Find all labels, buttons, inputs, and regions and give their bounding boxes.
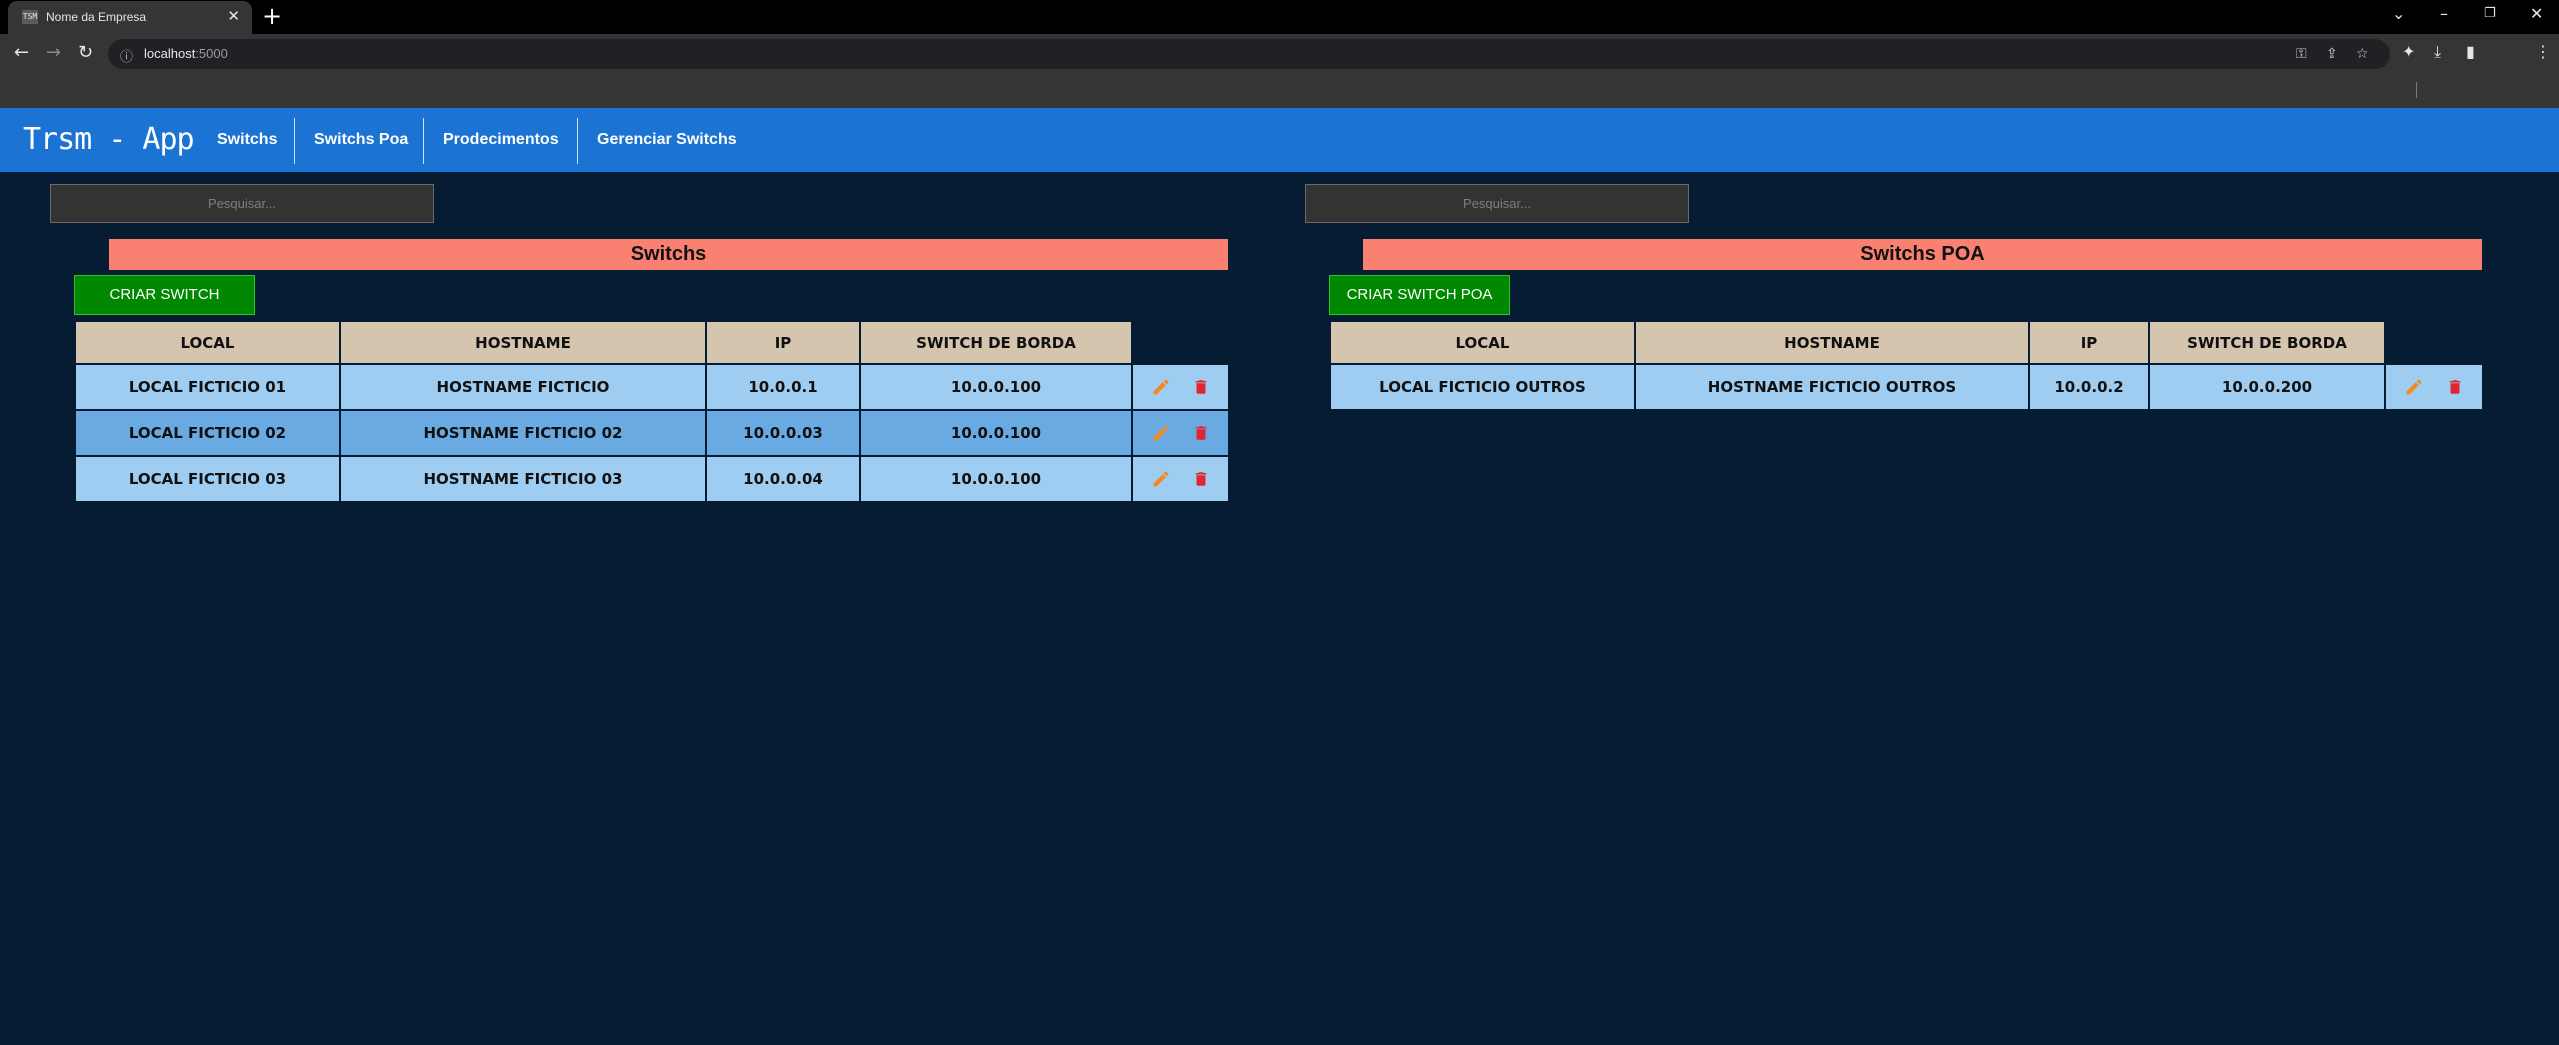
nav-link-switchs[interactable]: Switchs bbox=[217, 108, 277, 172]
cell-actions bbox=[2384, 363, 2484, 411]
switchs-poa-table: LOCAL HOSTNAME IP SWITCH DE BORDA LOCAL … bbox=[1329, 320, 2484, 411]
column-header-actions bbox=[1131, 320, 1230, 365]
brand-logo[interactable]: Trsm - App bbox=[23, 122, 195, 157]
cell-local: LOCAL FICTICIO 03 bbox=[74, 455, 341, 503]
cell-local: LOCAL FICTICIO OUTROS bbox=[1329, 363, 1636, 411]
table-row: LOCAL FICTICIO OUTROS HOSTNAME FICTICIO … bbox=[1329, 363, 2484, 411]
trash-icon[interactable] bbox=[1192, 377, 1210, 397]
column-header-actions bbox=[2384, 320, 2484, 365]
cell-hostname: HOSTNAME FICTICIO OUTROS bbox=[1634, 363, 2030, 411]
cell-hostname: HOSTNAME FICTICIO 03 bbox=[339, 455, 707, 503]
column-header-local: LOCAL bbox=[74, 320, 341, 365]
create-switch-button[interactable]: CRIAR SWITCH bbox=[74, 275, 255, 315]
column-header-switch-de-borda: SWITCH DE BORDA bbox=[859, 320, 1133, 365]
trash-icon[interactable] bbox=[1192, 469, 1210, 489]
cell-ip: 10.0.0.2 bbox=[2028, 363, 2150, 411]
new-tab-icon[interactable]: + bbox=[262, 3, 282, 29]
back-icon[interactable]: ← bbox=[14, 42, 29, 63]
menu-icon[interactable]: ⋮ bbox=[2535, 42, 2551, 61]
cell-ip: 10.0.0.04 bbox=[705, 455, 861, 503]
cell-hostname: HOSTNAME FICTICIO bbox=[339, 363, 707, 411]
column-header-hostname: HOSTNAME bbox=[339, 320, 707, 365]
table-header-row: LOCAL HOSTNAME IP SWITCH DE BORDA bbox=[74, 320, 1230, 365]
table-header-row: LOCAL HOSTNAME IP SWITCH DE BORDA bbox=[1329, 320, 2484, 365]
cell-switch-de-borda: 10.0.0.200 bbox=[2148, 363, 2386, 411]
table-row: LOCAL FICTICIO 01 HOSTNAME FICTICIO 10.0… bbox=[74, 363, 1230, 411]
address-bar[interactable]: ⓘ localhost:5000 ⚿ ⇪ ☆ bbox=[108, 39, 2390, 69]
create-switch-poa-button[interactable]: CRIAR SWITCH POA bbox=[1329, 275, 1510, 315]
app-navbar: Trsm - App Switchs Switchs Poa Prodecime… bbox=[0, 108, 2559, 172]
column-header-ip: IP bbox=[705, 320, 861, 365]
side-panel-icon[interactable]: ▮ bbox=[2466, 42, 2475, 61]
pencil-icon[interactable] bbox=[1151, 377, 1171, 397]
reload-icon[interactable]: ↻ bbox=[78, 42, 93, 63]
switchs-table: LOCAL HOSTNAME IP SWITCH DE BORDA LOCAL … bbox=[74, 320, 1230, 503]
nav-link-switchs-poa[interactable]: Switchs Poa bbox=[314, 108, 408, 172]
nav-divider bbox=[577, 118, 578, 164]
bookmark-star-icon[interactable]: ☆ bbox=[2356, 46, 2369, 62]
bookmarks-bar bbox=[0, 74, 2559, 108]
favicon-icon: TSM bbox=[22, 10, 38, 24]
trash-icon[interactable] bbox=[1192, 423, 1210, 443]
url-text: localhost:5000 bbox=[144, 46, 228, 61]
nav-link-gerenciar-switchs[interactable]: Gerenciar Switchs bbox=[597, 108, 737, 172]
restore-icon[interactable]: ❐ bbox=[2484, 6, 2496, 21]
cell-switch-de-borda: 10.0.0.100 bbox=[859, 363, 1133, 411]
table-row: LOCAL FICTICIO 02 HOSTNAME FICTICIO 02 1… bbox=[74, 409, 1230, 457]
cell-local: LOCAL FICTICIO 01 bbox=[74, 363, 341, 411]
browser-tab[interactable]: TSM Nome da Empresa ✕ bbox=[8, 1, 252, 34]
trash-icon[interactable] bbox=[2446, 377, 2464, 397]
extensions-icon[interactable]: ✦ bbox=[2402, 42, 2415, 61]
pencil-icon[interactable] bbox=[1151, 423, 1171, 443]
search-input-switchs[interactable]: Pesquisar... bbox=[50, 184, 434, 223]
column-header-switch-de-borda: SWITCH DE BORDA bbox=[2148, 320, 2386, 365]
nav-link-prodecimentos[interactable]: Prodecimentos bbox=[443, 108, 559, 172]
cell-switch-de-borda: 10.0.0.100 bbox=[859, 409, 1133, 457]
browser-tab-bar: TSM Nome da Empresa ✕ + ⌄ – ❐ ✕ bbox=[0, 0, 2559, 34]
close-tab-icon[interactable]: ✕ bbox=[227, 7, 240, 25]
browser-toolbar: ← → ↻ ⓘ localhost:5000 ⚿ ⇪ ☆ ✦ ⤓ ▮ ⋮ bbox=[0, 34, 2559, 74]
panel-title-switchs-poa: Switchs POA bbox=[1363, 239, 2482, 270]
cell-ip: 10.0.0.1 bbox=[705, 363, 861, 411]
pencil-icon[interactable] bbox=[2404, 377, 2424, 397]
column-header-hostname: HOSTNAME bbox=[1634, 320, 2030, 365]
share-icon[interactable]: ⇪ bbox=[2326, 46, 2338, 62]
column-header-local: LOCAL bbox=[1329, 320, 1636, 365]
cell-ip: 10.0.0.03 bbox=[705, 409, 861, 457]
search-input-switchs-poa[interactable]: Pesquisar... bbox=[1305, 184, 1689, 223]
cell-actions bbox=[1131, 409, 1230, 457]
bookmarks-divider bbox=[2416, 82, 2417, 98]
forward-icon[interactable]: → bbox=[46, 42, 61, 63]
cell-switch-de-borda: 10.0.0.100 bbox=[859, 455, 1133, 503]
cell-local: LOCAL FICTICIO 02 bbox=[74, 409, 341, 457]
panel-title-switchs: Switchs bbox=[109, 239, 1228, 270]
site-info-icon[interactable]: ⓘ bbox=[120, 46, 133, 65]
tab-title: Nome da Empresa bbox=[46, 10, 147, 24]
download-icon[interactable]: ⤓ bbox=[2434, 42, 2441, 62]
pencil-icon[interactable] bbox=[1151, 469, 1171, 489]
key-icon[interactable]: ⚿ bbox=[2296, 46, 2307, 62]
nav-divider bbox=[294, 118, 295, 164]
cell-hostname: HOSTNAME FICTICIO 02 bbox=[339, 409, 707, 457]
minimize-icon[interactable]: – bbox=[2440, 4, 2448, 23]
table-row: LOCAL FICTICIO 03 HOSTNAME FICTICIO 03 1… bbox=[74, 455, 1230, 503]
cell-actions bbox=[1131, 455, 1230, 503]
cell-actions bbox=[1131, 363, 1230, 411]
tab-search-icon[interactable]: ⌄ bbox=[2392, 4, 2405, 23]
nav-divider bbox=[423, 118, 424, 164]
column-header-ip: IP bbox=[2028, 320, 2150, 365]
window-close-icon[interactable]: ✕ bbox=[2530, 4, 2543, 23]
